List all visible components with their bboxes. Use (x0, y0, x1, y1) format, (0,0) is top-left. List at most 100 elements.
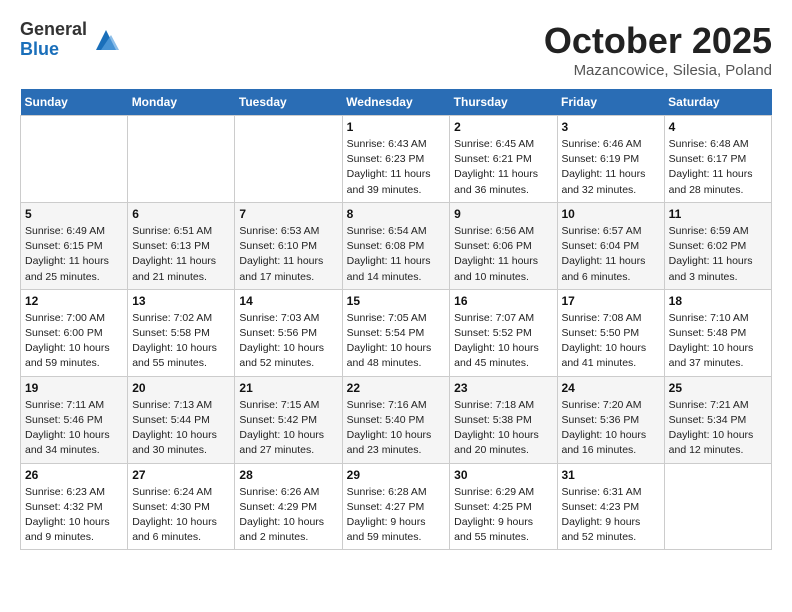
month-title: October 2025 (544, 20, 772, 62)
day-info: Sunrise: 7:13 AM Sunset: 5:44 PM Dayligh… (132, 398, 230, 459)
calendar-cell: 6 Sunrise: 6:51 AM Sunset: 6:13 PM Daylig… (128, 202, 235, 289)
day-number: 24 (562, 381, 660, 395)
calendar-cell (235, 116, 342, 203)
day-info: Sunrise: 6:31 AM Sunset: 4:23 PM Dayligh… (562, 485, 660, 546)
day-info: Sunrise: 7:10 AM Sunset: 5:48 PM Dayligh… (669, 311, 767, 372)
day-info: Sunrise: 6:28 AM Sunset: 4:27 PM Dayligh… (347, 485, 446, 546)
day-number: 17 (562, 294, 660, 308)
calendar-cell: 5 Sunrise: 6:49 AM Sunset: 6:15 PM Daylig… (21, 202, 128, 289)
day-number: 18 (669, 294, 767, 308)
day-number: 4 (669, 120, 767, 134)
calendar-cell: 9Sunrise: 6:56 AM Sunset: 6:06 PM Daylig… (450, 202, 557, 289)
day-info: Sunrise: 7:03 AM Sunset: 5:56 PM Dayligh… (239, 311, 337, 372)
calendar-cell: 16Sunrise: 7:07 AM Sunset: 5:52 PM Dayli… (450, 289, 557, 376)
day-header-tuesday: Tuesday (235, 89, 342, 116)
day-info: Sunrise: 6:59 AM Sunset: 6:02 PM Dayligh… (669, 224, 767, 285)
calendar-week-row: 26 Sunrise: 6:23 AM Sunset: 4:32 PM Dayli… (21, 463, 772, 550)
day-number: 12 (25, 294, 123, 308)
day-number: 7 (239, 207, 337, 221)
day-number: 9 (454, 207, 552, 221)
calendar-cell: 8 Sunrise: 6:54 AM Sunset: 6:08 PM Daylig… (342, 202, 450, 289)
calendar-cell: 19 Sunrise: 7:11 AM Sunset: 5:46 PM Dayli… (21, 376, 128, 463)
day-info: Sunrise: 6:43 AM Sunset: 6:23 PM Dayligh… (347, 137, 446, 198)
calendar-cell (128, 116, 235, 203)
day-number: 23 (454, 381, 552, 395)
location-subtitle: Mazancowice, Silesia, Poland (544, 62, 772, 79)
day-info: Sunrise: 6:51 AM Sunset: 6:13 PM Dayligh… (132, 224, 230, 285)
day-number: 29 (347, 468, 446, 482)
day-header-saturday: Saturday (664, 89, 771, 116)
day-number: 19 (25, 381, 123, 395)
day-number: 21 (239, 381, 337, 395)
calendar-cell (664, 463, 771, 550)
day-info: Sunrise: 7:02 AM Sunset: 5:58 PM Dayligh… (132, 311, 230, 372)
calendar-cell: 4 Sunrise: 6:48 AM Sunset: 6:17 PM Daylig… (664, 116, 771, 203)
day-number: 26 (25, 468, 123, 482)
day-number: 5 (25, 207, 123, 221)
calendar-cell: 24 Sunrise: 7:20 AM Sunset: 5:36 PM Dayli… (557, 376, 664, 463)
day-info: Sunrise: 7:21 AM Sunset: 5:34 PM Dayligh… (669, 398, 767, 459)
calendar-week-row: 1 Sunrise: 6:43 AM Sunset: 6:23 PM Daylig… (21, 116, 772, 203)
day-number: 15 (347, 294, 446, 308)
calendar-cell: 3Sunrise: 6:46 AM Sunset: 6:19 PM Daylig… (557, 116, 664, 203)
day-number: 11 (669, 207, 767, 221)
day-number: 28 (239, 468, 337, 482)
day-info: Sunrise: 7:11 AM Sunset: 5:46 PM Dayligh… (25, 398, 123, 459)
calendar-week-row: 19 Sunrise: 7:11 AM Sunset: 5:46 PM Dayli… (21, 376, 772, 463)
calendar-cell: 23 Sunrise: 7:18 AM Sunset: 5:38 PM Dayli… (450, 376, 557, 463)
calendar-cell: 15 Sunrise: 7:05 AM Sunset: 5:54 PM Dayli… (342, 289, 450, 376)
day-number: 22 (347, 381, 446, 395)
calendar-cell: 2Sunrise: 6:45 AM Sunset: 6:21 PM Daylig… (450, 116, 557, 203)
calendar-cell: 30 Sunrise: 6:29 AM Sunset: 4:25 PM Dayli… (450, 463, 557, 550)
day-info: Sunrise: 6:53 AM Sunset: 6:10 PM Dayligh… (239, 224, 337, 285)
calendar-cell: 20 Sunrise: 7:13 AM Sunset: 5:44 PM Dayli… (128, 376, 235, 463)
page-header: General Blue October 2025 Mazancowice, S… (20, 20, 772, 79)
day-number: 27 (132, 468, 230, 482)
day-header-thursday: Thursday (450, 89, 557, 116)
calendar-cell: 31Sunrise: 6:31 AM Sunset: 4:23 PM Dayli… (557, 463, 664, 550)
day-info: Sunrise: 6:29 AM Sunset: 4:25 PM Dayligh… (454, 485, 552, 546)
calendar-cell: 1 Sunrise: 6:43 AM Sunset: 6:23 PM Daylig… (342, 116, 450, 203)
day-number: 20 (132, 381, 230, 395)
day-info: Sunrise: 6:48 AM Sunset: 6:17 PM Dayligh… (669, 137, 767, 198)
calendar-week-row: 5 Sunrise: 6:49 AM Sunset: 6:15 PM Daylig… (21, 202, 772, 289)
day-number: 30 (454, 468, 552, 482)
day-number: 6 (132, 207, 230, 221)
day-number: 13 (132, 294, 230, 308)
day-number: 25 (669, 381, 767, 395)
calendar-cell: 26 Sunrise: 6:23 AM Sunset: 4:32 PM Dayli… (21, 463, 128, 550)
day-info: Sunrise: 6:24 AM Sunset: 4:30 PM Dayligh… (132, 485, 230, 546)
day-number: 8 (347, 207, 446, 221)
day-number: 16 (454, 294, 552, 308)
calendar-week-row: 12 Sunrise: 7:00 AM Sunset: 6:00 PM Dayli… (21, 289, 772, 376)
day-number: 10 (562, 207, 660, 221)
calendar-cell: 18 Sunrise: 7:10 AM Sunset: 5:48 PM Dayli… (664, 289, 771, 376)
day-info: Sunrise: 6:49 AM Sunset: 6:15 PM Dayligh… (25, 224, 123, 285)
day-header-friday: Friday (557, 89, 664, 116)
day-header-wednesday: Wednesday (342, 89, 450, 116)
day-number: 1 (347, 120, 446, 134)
calendar-cell (21, 116, 128, 203)
day-info: Sunrise: 6:26 AM Sunset: 4:29 PM Dayligh… (239, 485, 337, 546)
day-header-monday: Monday (128, 89, 235, 116)
day-info: Sunrise: 7:20 AM Sunset: 5:36 PM Dayligh… (562, 398, 660, 459)
day-info: Sunrise: 7:00 AM Sunset: 6:00 PM Dayligh… (25, 311, 123, 372)
calendar-header-row: SundayMondayTuesdayWednesdayThursdayFrid… (21, 89, 772, 116)
day-number: 14 (239, 294, 337, 308)
calendar-table: SundayMondayTuesdayWednesdayThursdayFrid… (20, 89, 772, 550)
day-number: 3 (562, 120, 660, 134)
day-info: Sunrise: 7:16 AM Sunset: 5:40 PM Dayligh… (347, 398, 446, 459)
calendar-cell: 27 Sunrise: 6:24 AM Sunset: 4:30 PM Dayli… (128, 463, 235, 550)
day-info: Sunrise: 7:18 AM Sunset: 5:38 PM Dayligh… (454, 398, 552, 459)
day-info: Sunrise: 6:54 AM Sunset: 6:08 PM Dayligh… (347, 224, 446, 285)
calendar-cell: 10Sunrise: 6:57 AM Sunset: 6:04 PM Dayli… (557, 202, 664, 289)
calendar-cell: 17Sunrise: 7:08 AM Sunset: 5:50 PM Dayli… (557, 289, 664, 376)
logo-icon (91, 25, 121, 55)
day-header-sunday: Sunday (21, 89, 128, 116)
day-info: Sunrise: 6:45 AM Sunset: 6:21 PM Dayligh… (454, 137, 552, 198)
day-info: Sunrise: 6:23 AM Sunset: 4:32 PM Dayligh… (25, 485, 123, 546)
day-info: Sunrise: 7:05 AM Sunset: 5:54 PM Dayligh… (347, 311, 446, 372)
logo: General Blue (20, 20, 121, 60)
calendar-cell: 28 Sunrise: 6:26 AM Sunset: 4:29 PM Dayli… (235, 463, 342, 550)
title-block: October 2025 Mazancowice, Silesia, Polan… (544, 20, 772, 79)
